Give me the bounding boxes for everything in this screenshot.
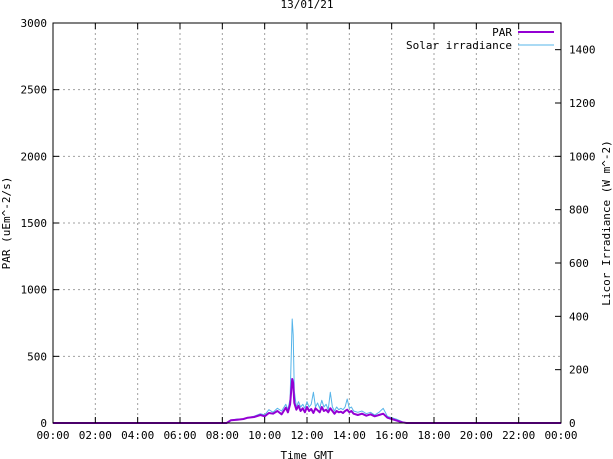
x-tick-label: 06:00 <box>163 429 196 442</box>
y-tick-label: 2000 <box>21 150 48 163</box>
x-tick-label: 04:00 <box>121 429 154 442</box>
y-tick-label: 500 <box>27 350 47 363</box>
x-tick-label: 00:00 <box>544 429 577 442</box>
x-tick-label: 00:00 <box>36 429 69 442</box>
ticks: 00:00 02:00 04:00 06:00 08:00 10:00 12:00 14:00… <box>21 17 596 442</box>
y2-tick-label: 600 <box>569 257 589 270</box>
y-tick-label: 0 <box>40 417 47 430</box>
y-tick-label: 1500 <box>21 217 48 230</box>
series-par-line <box>53 378 561 424</box>
y-axis-label: PAR (uEm^-2/s) <box>0 177 13 270</box>
y2-tick-label: 1000 <box>569 150 596 163</box>
chart: 00:00 02:00 04:00 06:00 08:00 10:00 12:00 14:00… <box>0 0 613 459</box>
y2-tick-label: 1400 <box>569 44 596 57</box>
y2-tick-label: 1200 <box>569 97 596 110</box>
x-tick-label: 10:00 <box>248 429 281 442</box>
x-axis-label: Time GMT <box>281 449 334 459</box>
x-tick-label: 20:00 <box>460 429 493 442</box>
y2-tick-label: 200 <box>569 364 589 377</box>
y-tick-label: 3000 <box>21 17 48 30</box>
y-tick-label: 1000 <box>21 284 48 297</box>
x-tick-label: 08:00 <box>206 429 239 442</box>
x-tick-label: 02:00 <box>79 429 112 442</box>
x-tick-label: 12:00 <box>290 429 323 442</box>
x-tick-label: 16:00 <box>375 429 408 442</box>
y2-tick-label: 800 <box>569 204 589 217</box>
x-tick-label: 18:00 <box>417 429 450 442</box>
grid <box>53 23 561 423</box>
y2-tick-label: 0 <box>569 417 576 430</box>
legend-label-solar: Solar irradiance <box>406 39 512 52</box>
legend: PAR Solar irradiance <box>406 26 554 52</box>
legend-label-par: PAR <box>492 26 512 39</box>
x-tick-label: 14:00 <box>333 429 366 442</box>
y2-tick-label: 400 <box>569 310 589 323</box>
chart-title: 13/01/21 <box>281 0 334 11</box>
x-tick-label: 22:00 <box>502 429 535 442</box>
y2-axis-label: Licor Irradiance (W m^-2) <box>600 140 613 306</box>
y-tick-label: 2500 <box>21 84 48 97</box>
